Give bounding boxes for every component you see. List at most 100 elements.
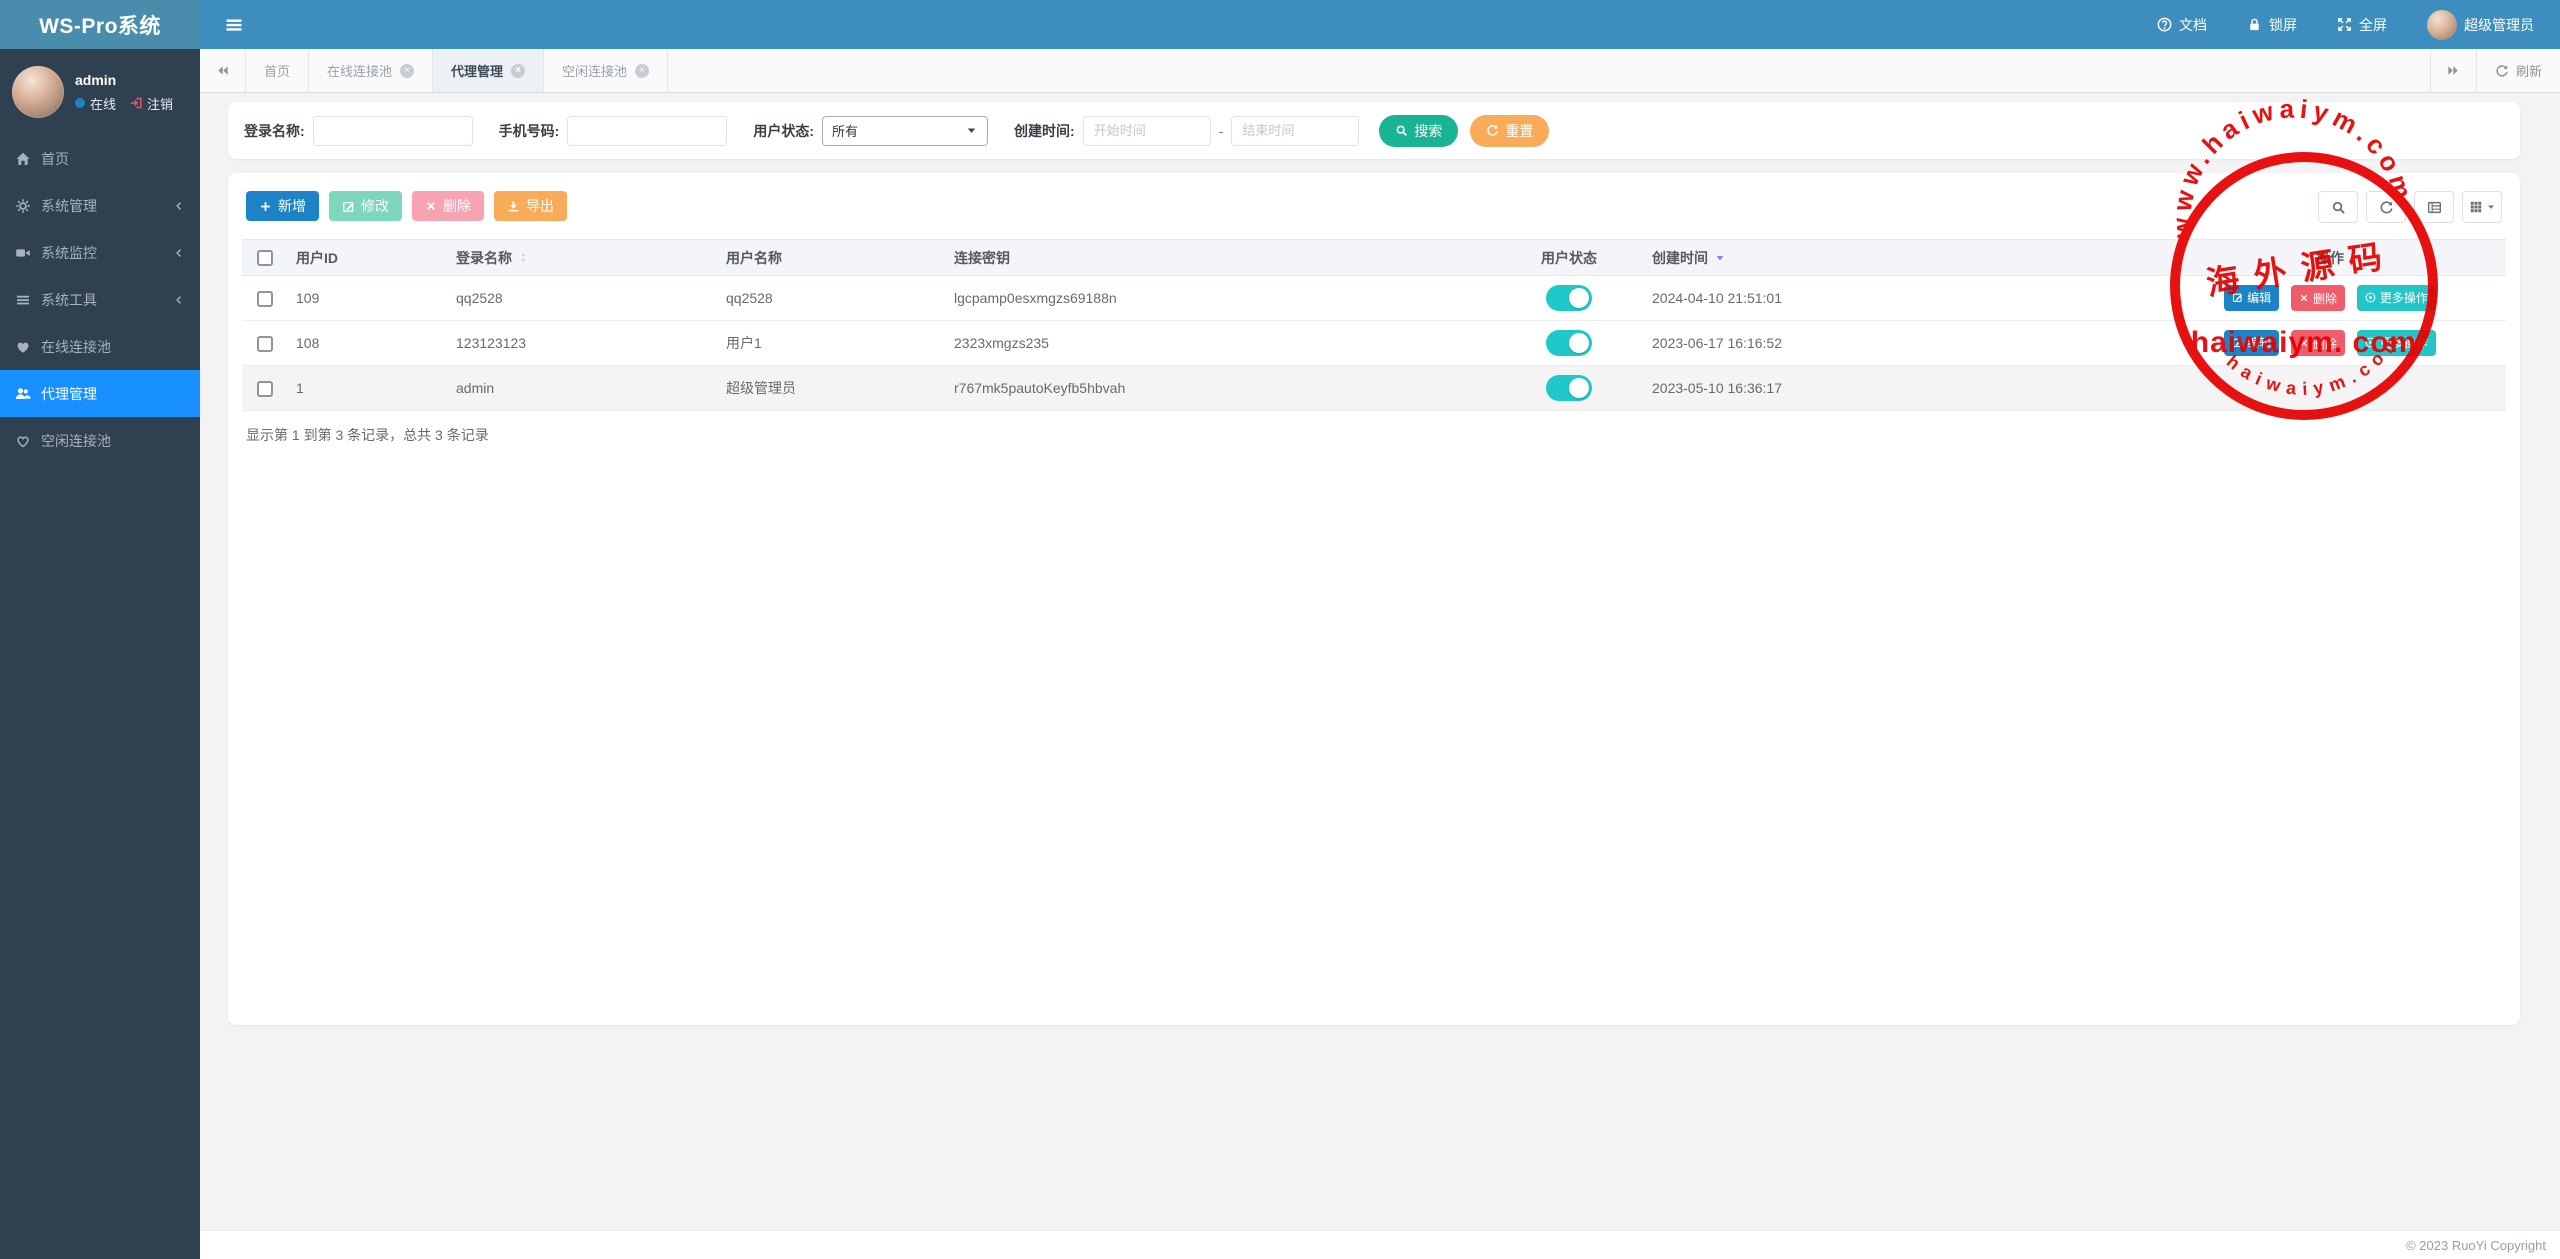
row-more-button[interactable]: 更多操作 [2357, 330, 2436, 356]
row-edit-button[interactable]: 编辑 [2224, 285, 2279, 311]
sidebar-item-online-pool[interactable]: 在线连接池 [0, 323, 200, 370]
tab-label: 空闲连接池 [562, 61, 627, 80]
close-icon[interactable]: × [635, 64, 649, 78]
login-name-label: 登录名称: [244, 121, 305, 141]
sidebar-item-proxy-manage[interactable]: 代理管理 [0, 370, 200, 417]
row-edit-button[interactable]: 编辑 [2224, 330, 2279, 356]
users-icon [15, 386, 31, 402]
row-delete-button[interactable]: 删除 [2291, 285, 2345, 311]
x-icon [2299, 338, 2309, 348]
sidebar-item-system-manage[interactable]: 系统管理 [0, 182, 200, 229]
cell-user-name: 用户1 [718, 321, 946, 366]
tab-spacer [668, 49, 2430, 92]
top-navbar: WS-Pro系统 文档 锁屏 全屏 超级管理员 [0, 0, 2560, 49]
copyright-text: © 2023 RuoYi Copyright [2406, 1238, 2546, 1253]
table-view-toggle-button[interactable] [2414, 191, 2454, 223]
row-delete-button[interactable]: 删除 [2291, 330, 2345, 356]
tab-label: 首页 [264, 61, 290, 80]
sidebar-item-label: 系统管理 [41, 196, 97, 216]
sidebar-menu: 首页 系统管理 系统监控 系统工具 在线连接池 [0, 135, 200, 464]
tab-refresh-label: 刷新 [2516, 61, 2542, 80]
user-menu[interactable]: 超级管理员 [2427, 10, 2534, 40]
end-time-input[interactable] [1231, 116, 1359, 146]
fullscreen-link[interactable]: 全屏 [2337, 15, 2387, 35]
row-checkbox[interactable] [257, 291, 273, 307]
cell-login-name: 123123123 [448, 321, 718, 366]
status-toggle[interactable] [1546, 285, 1592, 311]
add-button-label: 新增 [278, 196, 306, 216]
lock-screen-link[interactable]: 锁屏 [2247, 15, 2297, 35]
sidebar-toggle-button[interactable] [200, 0, 268, 49]
cell-login-name: admin [448, 366, 718, 411]
tab-idle-pool[interactable]: 空闲连接池 × [544, 49, 668, 92]
tab-proxy-manage[interactable]: 代理管理 × [433, 49, 544, 92]
tab-refresh-button[interactable]: 刷新 [2476, 49, 2560, 92]
sidebar-item-system-monitor[interactable]: 系统监控 [0, 229, 200, 276]
status-select-value: 所有 [832, 121, 858, 140]
pagination-summary: 显示第 1 到第 3 条记录，总共 3 条记录 [246, 425, 2502, 445]
home-icon [15, 151, 31, 167]
column-login-name[interactable]: 登录名称 [448, 240, 718, 276]
column-conn-key: 连接密钥 [946, 240, 1494, 276]
sidebar-item-label: 在线连接池 [41, 337, 111, 357]
tabs-scroll-left-button[interactable] [200, 49, 246, 92]
sidebar-item-system-tools[interactable]: 系统工具 [0, 276, 200, 323]
modify-button[interactable]: 修改 [329, 191, 402, 221]
row-more-button[interactable]: 更多操作 [2357, 285, 2436, 311]
table-columns-button[interactable] [2462, 191, 2502, 223]
hamburger-icon [224, 15, 244, 35]
export-button[interactable]: 导出 [494, 191, 567, 221]
search-button[interactable]: 搜索 [1379, 115, 1458, 147]
column-created[interactable]: 创建时间 [1644, 240, 2154, 276]
table-row: 108 123123123 用户1 2323xmgzs235 2023-06-1… [242, 321, 2506, 366]
reset-button[interactable]: 重置 [1470, 115, 1549, 147]
row-checkbox[interactable] [257, 381, 273, 397]
edit-icon [2232, 292, 2243, 303]
camera-icon [15, 245, 31, 261]
table-search-toggle-button[interactable] [2318, 191, 2358, 223]
cell-login-name: qq2528 [448, 276, 718, 321]
tabs-scroll-right-button[interactable] [2430, 49, 2476, 92]
delete-button[interactable]: 删除 [412, 191, 484, 221]
cell-conn-key: 2323xmgzs235 [946, 321, 1494, 366]
sort-icon[interactable] [518, 252, 529, 263]
created-time-label: 创建时间: [1014, 121, 1075, 141]
cell-user-id: 108 [288, 321, 448, 366]
close-icon[interactable]: × [511, 64, 525, 78]
docs-link[interactable]: 文档 [2157, 15, 2207, 35]
refresh-icon [2495, 64, 2509, 78]
tab-online-pool[interactable]: 在线连接池 × [309, 49, 433, 92]
tab-home[interactable]: 首页 [246, 49, 309, 92]
table-refresh-button[interactable] [2366, 191, 2406, 223]
cell-user-id: 1 [288, 366, 448, 411]
status-toggle[interactable] [1546, 330, 1592, 356]
heart-icon [15, 339, 31, 355]
sort-desc-icon[interactable] [1714, 252, 1726, 264]
select-all-checkbox[interactable] [257, 250, 273, 266]
logout-button[interactable]: 注销 [129, 94, 173, 113]
status-toggle[interactable] [1546, 375, 1592, 401]
start-time-input[interactable] [1083, 116, 1211, 146]
sidebar-item-label: 系统工具 [41, 290, 97, 310]
navbar-right: 文档 锁屏 全屏 超级管理员 [2157, 10, 2560, 40]
status-select[interactable]: 所有 [822, 116, 988, 146]
status-label: 用户状态: [753, 121, 814, 141]
phone-input[interactable] [567, 116, 727, 146]
sidebar: admin 在线 注销 首页 系统管理 [0, 49, 200, 1259]
column-user-id: 用户ID [288, 240, 448, 276]
close-icon[interactable]: × [400, 64, 414, 78]
reset-button-label: 重置 [1505, 121, 1533, 141]
grid-icon [2469, 200, 2483, 214]
sidebar-item-idle-pool[interactable]: 空闲连接池 [0, 417, 200, 464]
row-checkbox[interactable] [257, 336, 273, 352]
sidebar-item-home[interactable]: 首页 [0, 135, 200, 182]
x-icon [425, 200, 437, 212]
add-button[interactable]: 新增 [246, 191, 319, 221]
cell-created: 2024-04-10 21:51:01 [1644, 276, 2154, 321]
chevron-left-icon [173, 200, 185, 212]
app-logo: WS-Pro系统 [0, 0, 200, 49]
login-name-input[interactable] [313, 116, 473, 146]
question-circle-icon [2157, 17, 2172, 32]
modify-button-label: 修改 [361, 196, 389, 216]
avatar[interactable] [12, 66, 64, 118]
